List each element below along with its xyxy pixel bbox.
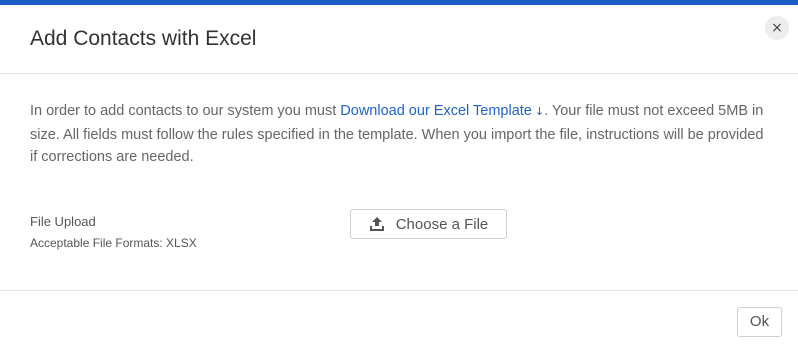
dialog-title: Add Contacts with Excel bbox=[30, 27, 257, 50]
intro-text: In order to add contacts to our system y… bbox=[30, 100, 770, 169]
dialog-body: In order to add contacts to our system y… bbox=[0, 74, 798, 291]
intro-before-link: In order to add contacts to our system y… bbox=[30, 103, 341, 119]
download-icon: ↓ bbox=[534, 105, 545, 118]
ok-button[interactable]: Ok bbox=[737, 307, 782, 337]
add-contacts-dialog: Add Contacts with Excel × In order to ad… bbox=[0, 0, 798, 353]
close-icon: × bbox=[771, 20, 783, 36]
file-formats-note: Acceptable File Formats: XLSX bbox=[30, 236, 197, 250]
choose-file-label: Choose a File bbox=[395, 215, 489, 233]
dialog-footer: Ok bbox=[0, 291, 798, 353]
upload-icon bbox=[369, 217, 384, 231]
download-template-link[interactable]: Download our Excel Template ↓ bbox=[340, 103, 544, 119]
dialog-header: Add Contacts with Excel × bbox=[0, 5, 798, 74]
download-template-label: Download our Excel Template bbox=[340, 103, 532, 119]
close-button[interactable]: × bbox=[765, 16, 789, 40]
choose-file-button[interactable]: Choose a File bbox=[350, 209, 507, 239]
file-upload-label: File Upload bbox=[30, 214, 96, 229]
